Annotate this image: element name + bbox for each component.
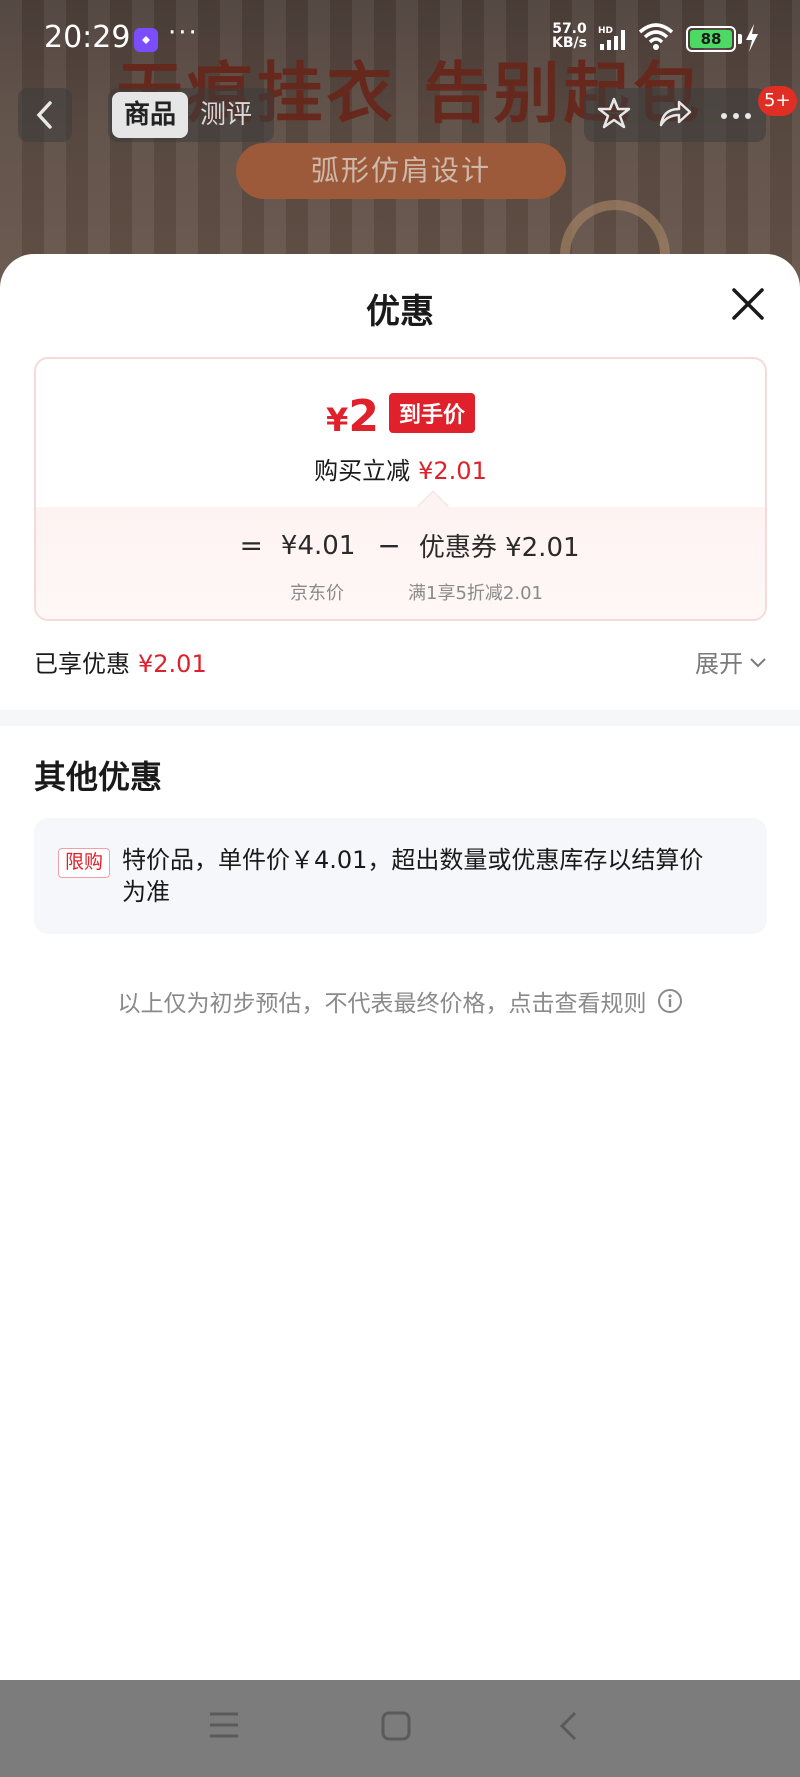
- info-icon: [657, 989, 682, 1013]
- limit-tag: 限购: [58, 848, 110, 878]
- price-formula: = ¥4.01 − 优惠券 ¥2.01 京东价 满1享5折减2.01: [36, 490, 765, 619]
- battery-level: 88: [690, 30, 732, 48]
- tab-review[interactable]: 测评: [188, 92, 264, 138]
- signal-icon: HD: [598, 24, 632, 56]
- instant-discount-value: ¥2.01: [418, 457, 487, 485]
- star-icon: [597, 97, 631, 129]
- final-price-row: ¥2 到手价: [36, 393, 765, 439]
- final-price-value: 2: [348, 391, 379, 442]
- favorite-button[interactable]: [597, 96, 631, 134]
- more-button[interactable]: [719, 106, 753, 125]
- status-bar: 20:29 ··· 57.0 KB/s HD 88: [0, 0, 800, 78]
- coupon-rule: 满1享5折减2.01: [408, 583, 543, 604]
- base-price-label: 京东价: [290, 583, 344, 604]
- tab-product[interactable]: 商品: [112, 92, 189, 138]
- share-icon: [659, 100, 692, 127]
- formula-row: = ¥4.01 − 优惠券 ¥2.01: [36, 527, 765, 564]
- expand-label: 展开: [695, 650, 743, 678]
- price-summary: ¥2 到手价 购买立减 ¥2.01: [36, 359, 765, 507]
- app-notification-icon: [134, 28, 158, 52]
- battery-tip: [738, 34, 742, 44]
- expand-button[interactable]: 展开: [695, 644, 767, 679]
- enjoyed-label: 已享优惠: [34, 650, 130, 678]
- menu-icon: [210, 1712, 238, 1738]
- back-icon: [36, 101, 52, 129]
- base-price: ¥4.01: [280, 530, 356, 561]
- other-discounts-title: 其他优惠: [34, 758, 163, 796]
- network-speed-value: 57.0: [552, 21, 587, 37]
- wifi-icon: [636, 22, 676, 56]
- recent-apps-button[interactable]: [208, 1710, 240, 1744]
- status-time: 20:29: [44, 20, 131, 55]
- more-notifications-icon: ···: [168, 18, 199, 48]
- final-price-tag: 到手价: [388, 393, 475, 433]
- enjoyed-value: ¥2.01: [138, 650, 207, 678]
- more-icon: [721, 112, 751, 119]
- charging-icon: [744, 24, 760, 58]
- disclaimer-text: 以上仅为初步预估，不代表最终价格，点击查看规则: [117, 991, 647, 1017]
- message-badge: 5+: [758, 86, 797, 116]
- section-divider: [0, 710, 800, 726]
- product-tabs: 商品 测评: [108, 88, 274, 142]
- share-button[interactable]: [657, 97, 693, 133]
- home-button[interactable]: [380, 1710, 412, 1746]
- network-speed-unit: KB/s: [552, 35, 587, 51]
- instant-discount-label: 购买立减: [314, 457, 411, 485]
- enjoyed-discount-row: 已享优惠 ¥2.01 展开: [34, 644, 767, 684]
- sheet-title: 优惠: [366, 292, 434, 332]
- nav-back-icon: [559, 1711, 577, 1741]
- coupon-amount: 优惠券 ¥2.01: [418, 533, 580, 563]
- instant-discount-row: 购买立减 ¥2.01: [36, 451, 765, 486]
- currency-symbol: ¥: [326, 401, 349, 439]
- network-speed: 57.0 KB/s: [552, 22, 587, 50]
- back-button[interactable]: [18, 88, 72, 142]
- product-actions: [584, 88, 766, 142]
- close-icon: [732, 288, 764, 320]
- discount-sheet: 优惠 ¥2 到手价 购买立减 ¥2.01 = ¥4.01 − 优惠券 ¥2.01 …: [0, 254, 800, 1680]
- home-icon: [381, 1711, 411, 1741]
- chevron-down-icon: [750, 657, 766, 667]
- minus-sign: −: [377, 529, 401, 562]
- final-price: ¥2: [326, 395, 379, 440]
- price-breakdown-card: ¥2 到手价 购买立减 ¥2.01 = ¥4.01 − 优惠券 ¥2.01 京东价…: [34, 357, 767, 621]
- battery-icon: 88: [686, 26, 736, 52]
- network-type: HD: [598, 26, 613, 36]
- price-rules-link[interactable]: 以上仅为初步预估，不代表最终价格，点击查看规则: [0, 984, 800, 1018]
- other-discount-card: 限购 特价品，单件价￥4.01，超出数量或优惠库存以结算价为准: [34, 818, 767, 934]
- system-back-button[interactable]: [556, 1710, 580, 1746]
- close-button[interactable]: [728, 284, 768, 324]
- system-nav-bar: [0, 1680, 800, 1777]
- other-discount-text: 特价品，单件价￥4.01，超出数量或优惠库存以结算价为准: [122, 846, 704, 906]
- equals-sign: =: [239, 529, 263, 562]
